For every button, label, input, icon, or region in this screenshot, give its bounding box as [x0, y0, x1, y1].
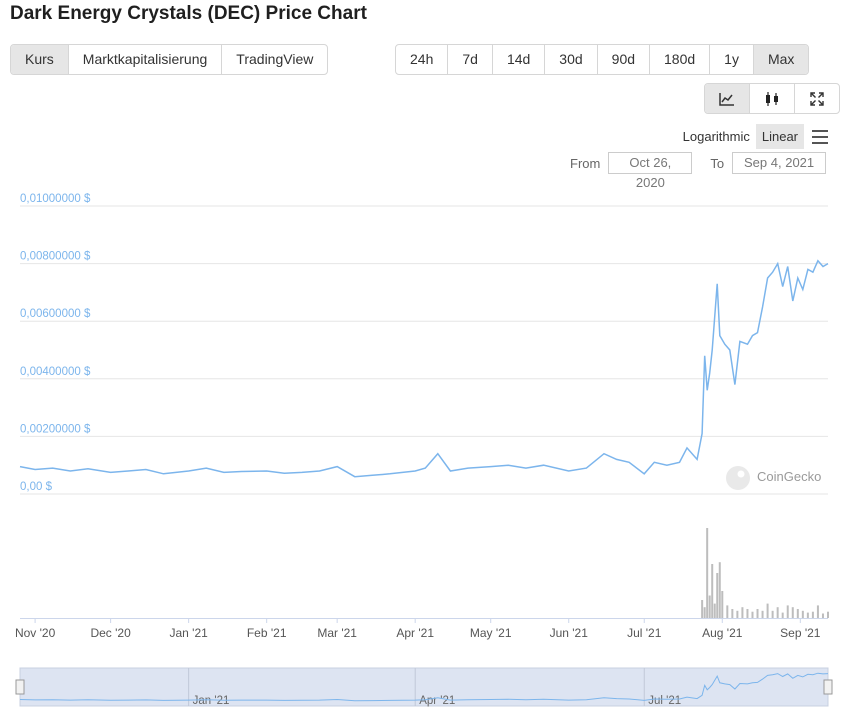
range-14d[interactable]: 14d — [493, 45, 546, 74]
x-tick-label: Aug '21 — [702, 626, 743, 640]
y-tick-label: 0,00400000 $ — [20, 366, 91, 378]
volume-bar — [816, 605, 819, 618]
navigator-tick-label: Jan '21 — [193, 695, 230, 707]
navigator-tick-label: Apr '21 — [419, 695, 455, 707]
from-date-input[interactable]: Oct 26, 2020 — [608, 152, 693, 190]
volume-bar — [701, 600, 704, 618]
chart-tools — [704, 83, 840, 114]
coingecko-logo-eye — [737, 470, 745, 478]
x-tick-label: Jun '21 — [550, 626, 589, 640]
x-tick-label: Feb '21 — [247, 626, 287, 640]
x-tick-label: Mar '21 — [317, 626, 357, 640]
volume-bar — [801, 610, 804, 618]
price-series-line — [19, 259, 829, 478]
x-tick-label: Jul '21 — [627, 626, 662, 640]
range-7d[interactable]: 7d — [448, 45, 493, 74]
range-30d[interactable]: 30d — [545, 45, 598, 74]
range-90d[interactable]: 90d — [598, 45, 651, 74]
line-chart-icon — [719, 92, 734, 106]
watermark-text: CoinGecko — [757, 469, 821, 484]
y-tick-label: 0,00600000 $ — [20, 308, 91, 320]
x-tick-label: Jan '21 — [169, 626, 208, 640]
volume-bar — [771, 610, 774, 618]
time-range-tabs: 24h 7d 14d 30d 90d 180d 1y Max — [395, 44, 810, 75]
line-chart-button[interactable] — [705, 84, 750, 113]
grid-lines — [20, 205, 828, 495]
volume-bar — [806, 612, 809, 618]
page-title: Dark Energy Crystals (DEC) Price Chart — [10, 3, 367, 24]
volume-bar — [776, 607, 779, 618]
from-label: From — [570, 155, 601, 171]
candlestick-icon — [766, 91, 778, 106]
volume-bar — [761, 610, 764, 618]
volume-bar — [708, 595, 711, 618]
volume-bar — [746, 609, 749, 618]
volume-bar — [756, 609, 759, 618]
volume-bar — [713, 603, 716, 618]
price-chart[interactable]: 0,01000000 $ 0,00800000 $ 0,00600000 $ 0,00… — [0, 180, 846, 718]
range-max[interactable]: Max — [753, 45, 809, 74]
volume-bar — [716, 573, 719, 618]
navigator-tick-label: Jul '21 — [648, 695, 681, 707]
volume-bar — [711, 564, 714, 618]
x-tick-label: Dec '20 — [90, 626, 131, 640]
x-tick-label: Nov '20 — [15, 626, 56, 640]
volume-bar — [726, 605, 729, 618]
scale-logarithmic[interactable]: Logarithmic — [677, 124, 756, 149]
tab-marktkapitalisierung[interactable]: Marktkapitalisierung — [69, 45, 223, 74]
volume-bar — [827, 611, 829, 618]
date-range: From Oct 26, 2020 To Sep 4, 2021 — [570, 152, 827, 190]
volume-bar — [736, 610, 739, 618]
volume-bar — [766, 603, 769, 618]
volume-bar — [741, 607, 744, 618]
volume-bar — [751, 611, 754, 618]
navigator-handle-left[interactable] — [15, 679, 25, 695]
expand-icon — [810, 91, 824, 106]
y-tick-label: 0,00200000 $ — [20, 423, 91, 435]
volume-bar — [731, 609, 734, 618]
chart-type-tabs: Kurs Marktkapitalisierung TradingView — [10, 44, 329, 75]
y-tick-label: 0,00 $ — [20, 481, 53, 493]
navigator-handle-right[interactable] — [823, 679, 833, 695]
volume-bar — [811, 611, 814, 618]
x-tick-label: Apr '21 — [396, 626, 434, 640]
candlestick-button[interactable] — [750, 84, 795, 113]
coingecko-logo — [726, 466, 750, 490]
hamburger-menu-icon[interactable] — [812, 129, 828, 144]
to-date-input[interactable]: Sep 4, 2021 — [732, 152, 827, 174]
navigator[interactable]: Jan '21 Apr '21 Jul '21 — [15, 667, 833, 707]
x-tick-label: May '21 — [470, 626, 512, 640]
y-axis-labels: 0,01000000 $ 0,00800000 $ 0,00600000 $ 0,00… — [20, 193, 91, 493]
volume-bar — [706, 528, 709, 618]
volume-bars — [701, 528, 829, 618]
y-tick-label: 0,00800000 $ — [20, 251, 91, 263]
volume-bar — [703, 607, 706, 618]
volume-bar — [821, 613, 824, 618]
scale-linear[interactable]: Linear — [755, 124, 804, 149]
volume-bar — [781, 612, 784, 618]
x-axis-labels: Nov '20 Dec '20 Jan '21 Feb '21 Mar '21 Apr '… — [15, 618, 821, 640]
range-180d[interactable]: 180d — [650, 45, 711, 74]
x-tick-label: Sep '21 — [780, 626, 821, 640]
tab-kurs[interactable]: Kurs — [11, 45, 69, 74]
coingecko-watermark: CoinGecko — [726, 466, 821, 490]
fullscreen-button[interactable] — [795, 84, 839, 113]
y-tick-label: 0,01000000 $ — [20, 193, 91, 205]
scale-toggle: Logarithmic Linear — [677, 124, 828, 149]
volume-bar — [721, 591, 724, 618]
range-24h[interactable]: 24h — [396, 45, 449, 74]
volume-bar — [718, 562, 721, 618]
volume-bar — [791, 607, 794, 618]
volume-bar — [796, 609, 799, 618]
range-1y[interactable]: 1y — [710, 45, 754, 74]
to-label: To — [710, 155, 725, 171]
volume-bar — [786, 605, 789, 618]
tab-tradingview[interactable]: TradingView — [222, 45, 327, 74]
